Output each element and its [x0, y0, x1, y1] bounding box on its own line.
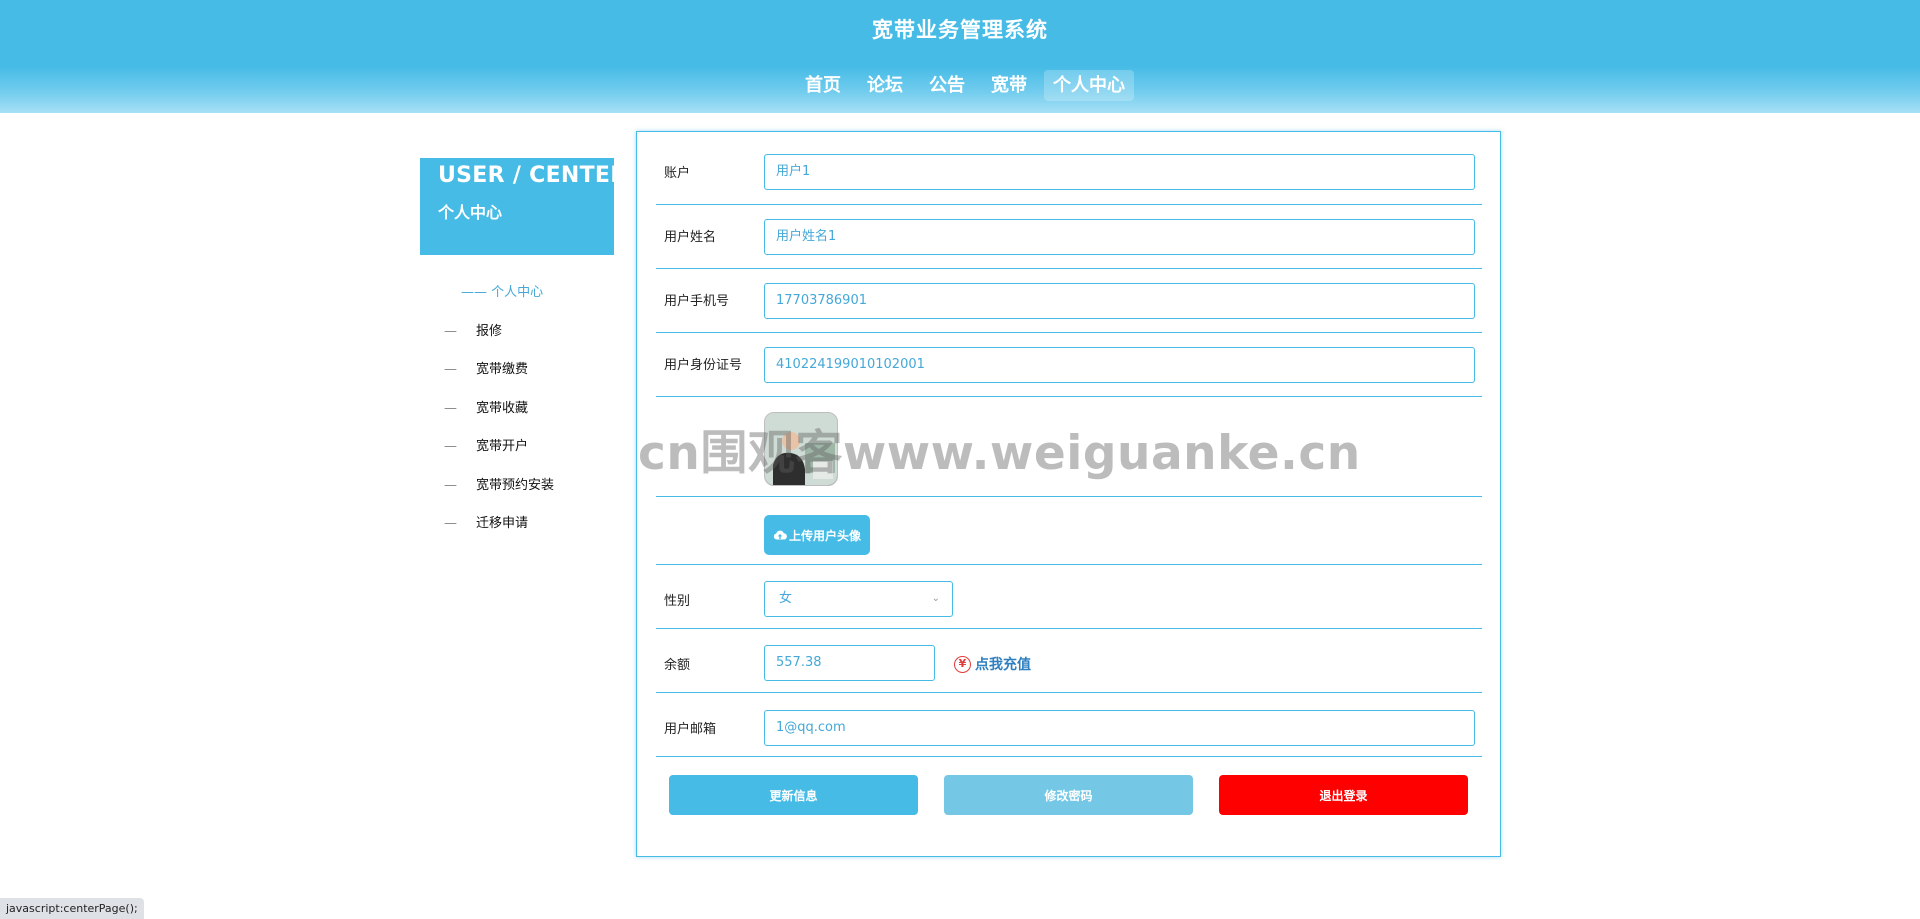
sidebar-item-install-booking[interactable]: — 宽带预约安装: [420, 475, 614, 514]
sidebar-banner-title-cn: 个人中心: [438, 203, 503, 222]
sidebar-item-user-center[interactable]: —— 个人中心: [420, 282, 614, 321]
account-input[interactable]: 用户1: [764, 154, 1475, 190]
dash-icon: —: [444, 323, 457, 339]
sidebar-item-label: 迁移申请: [476, 516, 529, 531]
balance-input[interactable]: 557.38: [764, 645, 935, 681]
yen-coin-icon: ¥: [954, 655, 971, 673]
form-row-upload: 上传用户头像: [656, 497, 1482, 565]
recharge-link[interactable]: ¥ 点我充值: [954, 654, 1031, 674]
form-row-name: 用户姓名 用户姓名1: [656, 205, 1482, 269]
dash-icon: —: [444, 400, 457, 416]
upload-avatar-label: 上传用户头像: [788, 528, 861, 543]
idcard-label: 用户身份证号: [664, 358, 743, 373]
gender-label: 性别: [664, 594, 691, 609]
phone-label: 用户手机号: [664, 294, 730, 309]
sidebar-banner: USER / CENTER 个人中心: [420, 158, 628, 255]
nav-broadband[interactable]: 宽带: [982, 70, 1036, 101]
name-label: 用户姓名: [664, 230, 717, 245]
gender-selected-value: 女: [779, 591, 793, 606]
user-info-form: 账户 用户1 用户姓名 用户姓名1 用户手机号 17703786901 用户身份…: [636, 131, 1501, 857]
email-input[interactable]: 1@qq.com: [764, 710, 1475, 746]
sidebar-item-favorites[interactable]: — 宽带收藏: [420, 398, 614, 437]
name-input[interactable]: 用户姓名1: [764, 219, 1475, 255]
dash-icon: —: [444, 477, 457, 493]
form-row-phone: 用户手机号 17703786901: [656, 269, 1482, 333]
dash-icon: —: [444, 516, 457, 531]
sidebar-item-payment[interactable]: — 宽带缴费: [420, 359, 614, 398]
email-label: 用户邮箱: [664, 722, 717, 737]
idcard-input[interactable]: 410224199010102001: [764, 347, 1475, 383]
gender-select[interactable]: 女 ⌄: [764, 581, 953, 617]
sidebar-item-repair[interactable]: — 报修: [420, 321, 614, 360]
sidebar-item-label: 报修: [476, 323, 503, 339]
form-row-account: 账户 用户1: [656, 154, 1482, 205]
sidebar-item-label: 宽带预约安装: [476, 477, 555, 493]
sidebar-item-label: —— 个人中心: [461, 285, 544, 300]
top-header: 宽带业务管理系统 首页 论坛 公告 宽带 个人中心: [0, 0, 1920, 113]
nav-home[interactable]: 首页: [796, 70, 850, 101]
form-row-balance: 余额 557.38 ¥ 点我充值: [656, 629, 1482, 693]
watermark-text: cn围观客www.weiguanke.cn: [638, 426, 1361, 481]
sidebar-item-open-account[interactable]: — 宽带开户: [420, 436, 614, 475]
update-info-button[interactable]: 更新信息: [669, 775, 918, 815]
form-row-idcard: 用户身份证号 410224199010102001: [656, 333, 1482, 397]
account-label: 账户: [664, 166, 691, 181]
form-row-email: 用户邮箱 1@qq.com: [656, 693, 1482, 757]
logout-button[interactable]: 退出登录: [1219, 775, 1468, 815]
sidebar-menu: —— 个人中心 — 报修 — 宽带缴费 — 宽带收藏 — 宽带开户 — 宽带预约…: [420, 282, 614, 552]
nav-forum[interactable]: 论坛: [858, 70, 912, 101]
sidebar-item-relocation[interactable]: — 迁移申请: [420, 513, 614, 552]
browser-status-bar: javascript:centerPage();: [0, 898, 144, 919]
sidebar-item-label: 宽带收藏: [476, 400, 529, 416]
cloud-upload-icon: [773, 530, 787, 540]
upload-avatar-button[interactable]: 上传用户头像: [764, 515, 870, 555]
phone-input[interactable]: 17703786901: [764, 283, 1475, 319]
main-nav: 首页 论坛 公告 宽带 个人中心: [0, 70, 1920, 101]
sidebar-item-label: 宽带开户: [476, 439, 529, 454]
recharge-label: 点我充值: [975, 657, 1031, 673]
sidebar-item-label: 宽带缴费: [476, 362, 529, 377]
change-password-button[interactable]: 修改密码: [944, 775, 1193, 815]
nav-notice[interactable]: 公告: [920, 70, 974, 101]
nav-user-center[interactable]: 个人中心: [1044, 70, 1134, 101]
dash-icon: —: [444, 362, 457, 377]
form-row-gender: 性别 女 ⌄: [656, 565, 1482, 629]
chevron-down-icon: ⌄: [931, 593, 940, 604]
site-title: 宽带业务管理系统: [872, 18, 1048, 42]
balance-label: 余额: [664, 658, 691, 673]
sidebar-banner-title-en: USER / CENTER: [438, 163, 628, 188]
dash-icon: —: [444, 439, 457, 454]
